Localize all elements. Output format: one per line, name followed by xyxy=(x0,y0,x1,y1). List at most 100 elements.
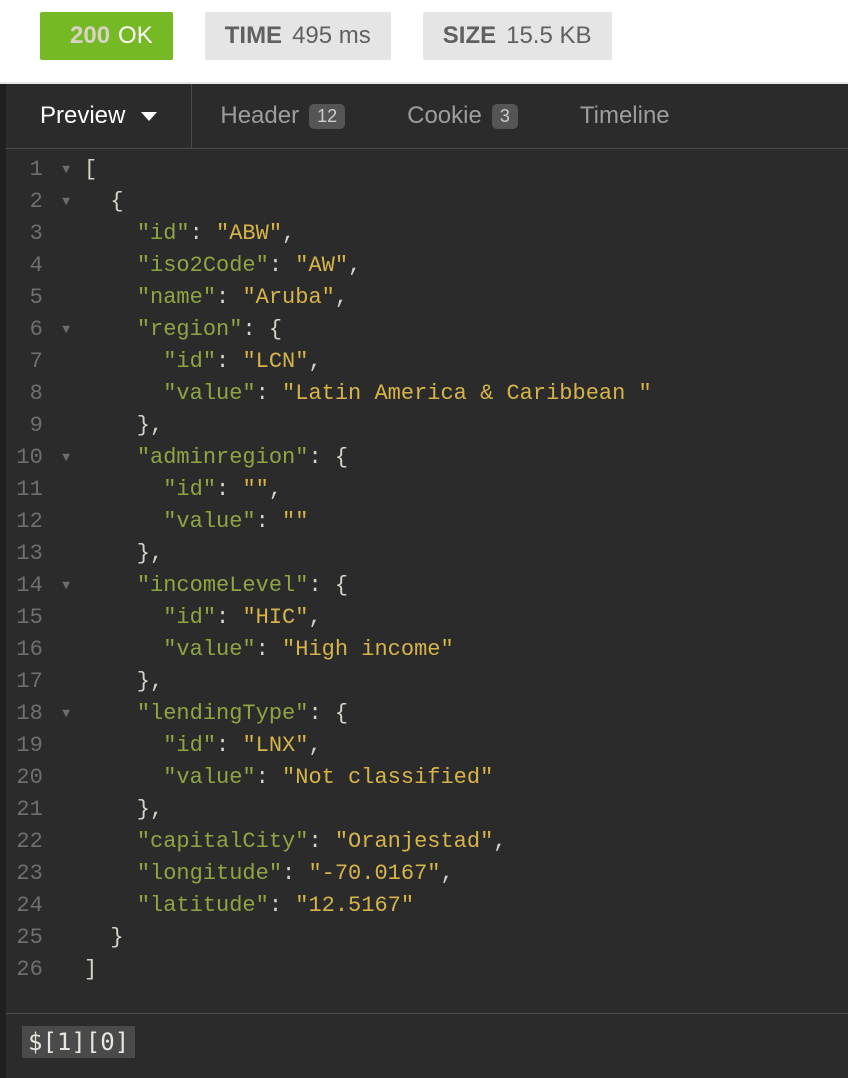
code-line: 15 "id": "HIC", xyxy=(6,603,848,635)
json-path-value: $[1][0] xyxy=(22,1026,135,1058)
line-number: 23 xyxy=(6,859,74,891)
line-number: 22 xyxy=(6,827,74,859)
code-content: "id": "", xyxy=(74,475,282,507)
tab-header-badge: 12 xyxy=(309,104,345,129)
code-content: "id": "LNX", xyxy=(74,731,322,763)
code-content: "latitude": "12.5167" xyxy=(74,891,414,923)
code-line: 20 "value": "Not classified" xyxy=(6,763,848,795)
response-pane: Preview Header 12 Cookie 3 Timeline 1 ▼[… xyxy=(0,84,848,1078)
line-number: 1 ▼ xyxy=(6,155,74,187)
line-number: 17 xyxy=(6,667,74,699)
code-content: } xyxy=(74,923,124,955)
code-content: "region": { xyxy=(74,315,282,347)
code-content: { xyxy=(74,187,124,219)
line-number: 15 xyxy=(6,603,74,635)
code-line: 8 "value": "Latin America & Caribbean " xyxy=(6,379,848,411)
fold-toggle-icon[interactable]: ▼ xyxy=(56,315,70,345)
fold-toggle-icon[interactable]: ▼ xyxy=(56,187,70,217)
line-number: 14 ▼ xyxy=(6,571,74,603)
code-content: "capitalCity": "Oranjestad", xyxy=(74,827,507,859)
line-number: 11 xyxy=(6,475,74,507)
tab-cookie-label: Cookie xyxy=(407,102,482,130)
code-line: 18 ▼ "lendingType": { xyxy=(6,699,848,731)
code-content: "value": "High income" xyxy=(74,635,454,667)
code-content: ] xyxy=(74,955,97,987)
code-content: "id": "HIC", xyxy=(74,603,322,635)
fold-toggle-icon[interactable]: ▼ xyxy=(56,443,70,473)
json-path-bar[interactable]: $[1][0] xyxy=(6,1013,848,1078)
code-content: "iso2Code": "AW", xyxy=(74,251,361,283)
code-content: "name": "Aruba", xyxy=(74,283,348,315)
code-content: "longitude": "-70.0167", xyxy=(74,859,454,891)
code-line: 2 ▼ { xyxy=(6,187,848,219)
code-line: 4 "iso2Code": "AW", xyxy=(6,251,848,283)
tab-header[interactable]: Header 12 xyxy=(192,84,379,148)
tab-header-label: Header xyxy=(220,102,299,130)
tab-cookie[interactable]: Cookie 3 xyxy=(379,84,552,148)
line-number: 21 xyxy=(6,795,74,827)
code-content: }, xyxy=(74,539,163,571)
code-line: 22 "capitalCity": "Oranjestad", xyxy=(6,827,848,859)
code-content: }, xyxy=(74,795,163,827)
code-content: "id": "LCN", xyxy=(74,347,322,379)
code-line: 19 "id": "LNX", xyxy=(6,731,848,763)
code-line: 3 "id": "ABW", xyxy=(6,219,848,251)
chevron-down-icon xyxy=(141,112,157,121)
tab-cookie-badge: 3 xyxy=(492,104,518,129)
http-status-text: OK xyxy=(118,22,153,50)
line-number: 6 ▼ xyxy=(6,315,74,347)
code-line: 21 }, xyxy=(6,795,848,827)
line-number: 5 xyxy=(6,283,74,315)
line-number: 24 xyxy=(6,891,74,923)
code-content: "value": "Latin America & Caribbean " xyxy=(74,379,652,411)
tab-timeline-label: Timeline xyxy=(580,102,670,130)
line-number: 13 xyxy=(6,539,74,571)
fold-toggle-icon[interactable]: ▼ xyxy=(56,699,70,729)
tab-preview-label: Preview xyxy=(40,102,125,130)
line-number: 10 ▼ xyxy=(6,443,74,475)
time-label: TIME xyxy=(225,22,282,50)
line-number: 18 ▼ xyxy=(6,699,74,731)
code-content: }, xyxy=(74,411,163,443)
code-line: 24 "latitude": "12.5167" xyxy=(6,891,848,923)
code-line: 10 ▼ "adminregion": { xyxy=(6,443,848,475)
code-content: "value": "" xyxy=(74,507,308,539)
code-line: 26 ] xyxy=(6,955,848,987)
line-number: 3 xyxy=(6,219,74,251)
code-line: 1 ▼[ xyxy=(6,155,848,187)
line-number: 19 xyxy=(6,731,74,763)
line-number: 20 xyxy=(6,763,74,795)
line-number: 4 xyxy=(6,251,74,283)
line-number: 7 xyxy=(6,347,74,379)
code-content: }, xyxy=(74,667,163,699)
code-line: 9 }, xyxy=(6,411,848,443)
code-line: 25 } xyxy=(6,923,848,955)
code-line: 17 }, xyxy=(6,667,848,699)
line-number: 26 xyxy=(6,955,74,987)
code-content: [ xyxy=(74,155,97,187)
code-line: 11 "id": "", xyxy=(6,475,848,507)
json-preview[interactable]: 1 ▼[2 ▼ {3 "id": "ABW",4 "iso2Code": "AW… xyxy=(6,149,848,1013)
tab-timeline[interactable]: Timeline xyxy=(552,84,704,148)
response-time-pill: TIME 495 ms xyxy=(205,12,391,60)
code-line: 12 "value": "" xyxy=(6,507,848,539)
code-line: 13 }, xyxy=(6,539,848,571)
code-content: "id": "ABW", xyxy=(74,219,295,251)
tab-preview[interactable]: Preview xyxy=(12,84,192,148)
line-number: 12 xyxy=(6,507,74,539)
code-line: 5 "name": "Aruba", xyxy=(6,283,848,315)
code-line: 7 "id": "LCN", xyxy=(6,347,848,379)
fold-toggle-icon[interactable]: ▼ xyxy=(56,571,70,601)
line-number: 2 ▼ xyxy=(6,187,74,219)
time-value: 495 ms xyxy=(292,22,371,50)
response-tab-strip: Preview Header 12 Cookie 3 Timeline xyxy=(6,84,848,149)
code-content: "adminregion": { xyxy=(74,443,348,475)
fold-toggle-icon[interactable]: ▼ xyxy=(56,155,70,185)
code-content: "value": "Not classified" xyxy=(74,763,493,795)
http-status-code: 200 xyxy=(60,22,110,50)
code-line: 14 ▼ "incomeLevel": { xyxy=(6,571,848,603)
code-content: "incomeLevel": { xyxy=(74,571,348,603)
code-line: 23 "longitude": "-70.0167", xyxy=(6,859,848,891)
code-line: 6 ▼ "region": { xyxy=(6,315,848,347)
size-value: 15.5 KB xyxy=(506,22,591,50)
